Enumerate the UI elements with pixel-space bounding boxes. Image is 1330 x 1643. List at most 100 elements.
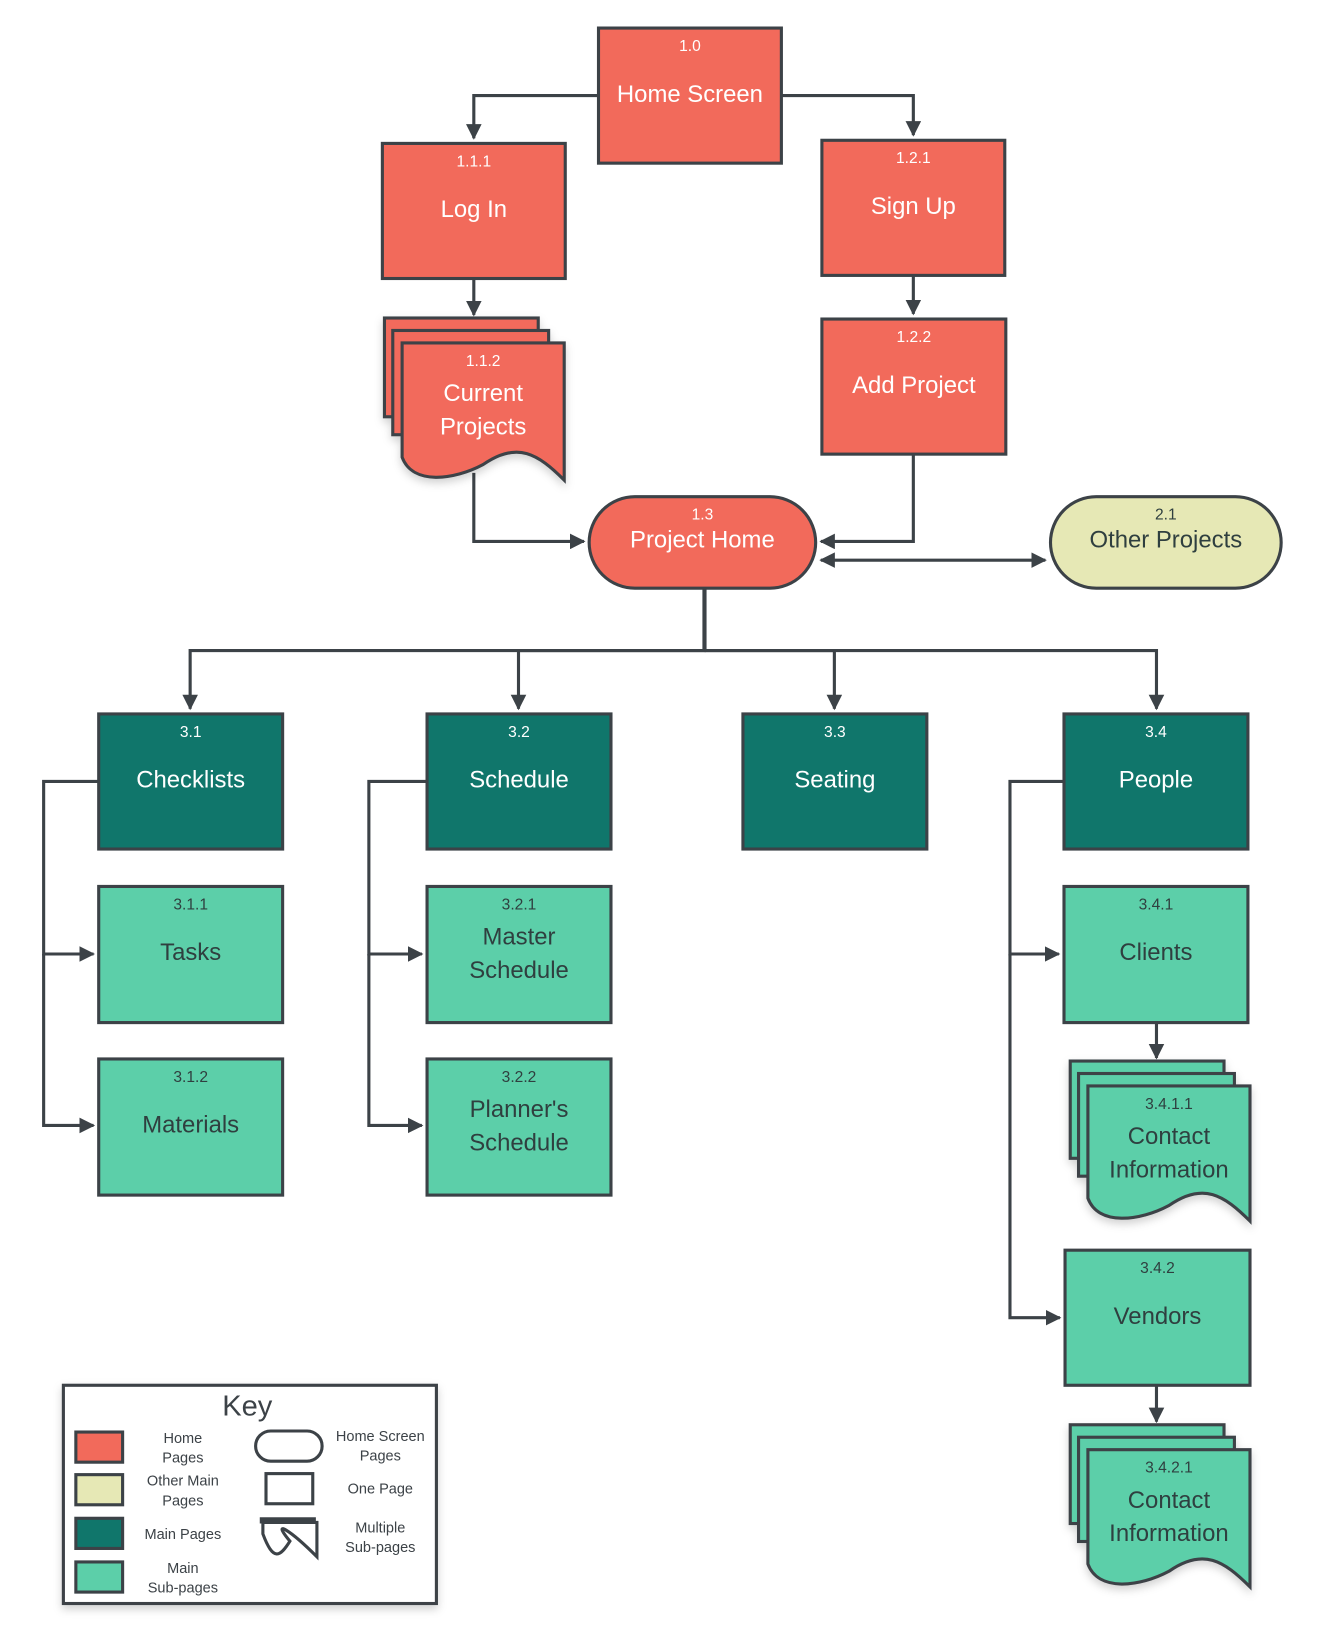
node-label: Projects (440, 413, 526, 440)
connector-3-2-to-3-2-1 (367, 779, 428, 962)
key-color-label: Sub-pages (148, 1581, 218, 1597)
node-label: Materials (142, 1112, 239, 1139)
node-3-3[interactable]: 3.3 Seating (741, 712, 929, 851)
node-label: Current (443, 380, 523, 407)
node-label: Schedule (469, 957, 569, 984)
node-label: Schedule (469, 767, 569, 794)
key-color-label: Main (167, 1561, 198, 1577)
connector-1-3-to-3-4 (704, 648, 1165, 711)
node-number: 1.0 (679, 38, 701, 55)
node-label: Information (1109, 1156, 1229, 1183)
connector-3-1-to-3-1-2 (42, 954, 96, 1134)
node-1-2-1[interactable]: 1.2.1 Sign Up (820, 138, 1007, 277)
node-label: Schedule (469, 1129, 569, 1156)
node-1-3[interactable]: 1.3 Project Home (587, 495, 818, 590)
node-number: 3.3 (824, 724, 846, 741)
key-shape-label: Pages (360, 1449, 401, 1465)
node-number: 3.1.2 (173, 1069, 208, 1086)
key-shape-pill (254, 1429, 324, 1463)
node-3-4-1[interactable]: 3.4.1 Clients (1062, 884, 1250, 1025)
connector-1-3-to-3-3 (704, 648, 843, 711)
key-swatch-home (74, 1430, 125, 1464)
connector-3-4-to-3-4-1 (1008, 779, 1064, 962)
node-number: 3.4.1.1 (1145, 1096, 1193, 1113)
node-3-1-1[interactable]: 3.1.1 Tasks (97, 884, 285, 1025)
connector-1-0-to-1-2-1 (781, 94, 922, 137)
key-legend: Key Home Pages Other Main Pages Main Pages Mai… (61, 1383, 438, 1606)
connector-1-2-2-to-1-3 (819, 454, 915, 550)
node-label: Other Projects (1089, 527, 1242, 554)
node-number: 3.4.2 (1140, 1260, 1175, 1277)
node-1-1-2[interactable]: 1.1.2 Current Projects (382, 316, 566, 484)
node-1-1-1[interactable]: 1.1.1 Log In (380, 141, 567, 281)
node-label: Checklists (136, 767, 245, 794)
node-label: Vendors (1114, 1303, 1202, 1330)
node-label: People (1119, 767, 1193, 794)
key-shape-label: Sub-pages (345, 1540, 415, 1556)
node-label: Sign Up (871, 193, 956, 220)
node-number: 3.1.1 (173, 896, 208, 913)
node-label: Tasks (160, 939, 221, 966)
node-label: Clients (1119, 939, 1192, 966)
node-number: 3.2 (508, 724, 530, 741)
node-3-2-1[interactable]: 3.2.1 Master Schedule (425, 884, 613, 1025)
key-swatch-main-sub (74, 1560, 125, 1594)
pill-shape (254, 1429, 324, 1463)
node-label: Contact (1128, 1123, 1211, 1150)
node-number: 3.1 (180, 724, 202, 741)
node-number: 1.2.1 (896, 150, 931, 167)
key-shape-label: Multiple (355, 1520, 405, 1536)
page-shape (264, 1472, 315, 1506)
nodes: 1.0 Home Screen 1.1.1 Log In 1.2.1 Sign Up 1.1… (97, 26, 1283, 1591)
node-label: Seating (794, 767, 875, 794)
node-number: 3.4.1 (1139, 896, 1174, 913)
connector-3-2-to-3-2-2 (367, 954, 424, 1134)
node-label: Information (1109, 1520, 1229, 1547)
connector-1-1-2-to-1-3 (472, 472, 586, 550)
node-3-1[interactable]: 3.1 Checklists (97, 712, 285, 851)
node-label: Master (483, 924, 556, 951)
connector-1-3-to-3-1 (182, 588, 707, 711)
node-number: 3.4.2.1 (1145, 1460, 1193, 1477)
node-3-1-2[interactable]: 3.1.2 Materials (97, 1057, 285, 1197)
key-swatch-main (74, 1516, 125, 1550)
node-1-0[interactable]: 1.0 Home Screen (596, 26, 783, 165)
node-label: Add Project (852, 372, 976, 399)
node-number: 1.1.1 (456, 153, 491, 170)
node-number: 3.4 (1145, 724, 1167, 741)
node-number: 1.3 (692, 507, 714, 524)
diagram-canvas: 1.0 Home Screen 1.1.1 Log In 1.2.1 Sign Up 1.1… (42, 26, 1283, 1606)
key-color-label: Main Pages (145, 1527, 222, 1543)
key-color-label: Pages (162, 1451, 203, 1467)
sitemap-diagram: 1.0 Home Screen 1.1.1 Log In 1.2.1 Sign Up 1.1… (0, 0, 1330, 1643)
key-swatch-other-main (74, 1473, 125, 1507)
key-title: Key (222, 1390, 273, 1422)
connector-3-1-to-3-1-1 (42, 779, 99, 962)
node-3-4-2[interactable]: 3.4.2 Vendors (1063, 1248, 1252, 1387)
node-3-4-1-1[interactable]: 3.4.1.1 Contact Information (1068, 1059, 1252, 1225)
node-3-4-2-1[interactable]: 3.4.2.1 Contact Information (1068, 1423, 1252, 1591)
key-color-label: Home (163, 1431, 202, 1447)
node-label: Planner's (470, 1096, 569, 1123)
key-shape-label: One Page (348, 1481, 413, 1497)
node-number: 1.2.2 (897, 329, 932, 346)
node-number: 2.1 (1155, 507, 1177, 524)
node-number: 3.2.1 (502, 896, 537, 913)
key-shape-label: Home Screen (336, 1429, 425, 1445)
key-color-label: Pages (162, 1493, 203, 1509)
key-shape-page (264, 1472, 315, 1506)
node-2-1[interactable]: 2.1 Other Projects (1048, 495, 1283, 590)
node-label: Project Home (630, 527, 775, 554)
connector-1-0-to-1-1-1 (466, 94, 599, 140)
node-1-2-2[interactable]: 1.2.2 Add Project (820, 317, 1008, 456)
node-3-2-2[interactable]: 3.2.2 Planner's Schedule (425, 1057, 613, 1197)
node-3-4[interactable]: 3.4 People (1062, 712, 1250, 851)
key-color-label: Other Main (147, 1474, 219, 1490)
connector-1-3-to-3-2 (510, 648, 705, 711)
node-number: 3.2.2 (502, 1069, 537, 1086)
node-label: Home Screen (617, 81, 763, 108)
node-3-2[interactable]: 3.2 Schedule (425, 712, 613, 851)
node-number: 1.1.2 (466, 353, 501, 370)
node-label: Contact (1128, 1487, 1211, 1514)
node-label: Log In (441, 196, 507, 223)
